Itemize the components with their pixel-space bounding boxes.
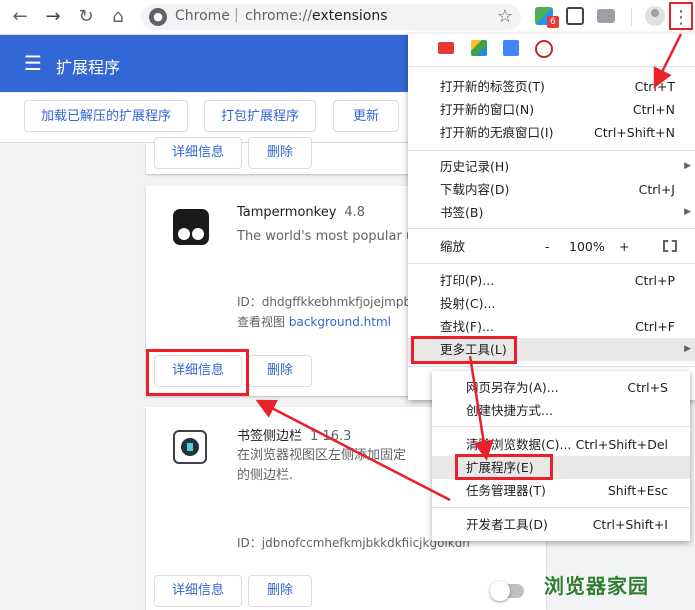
arrow-to-more-tools: [653, 33, 683, 89]
watermark: 浏览器家园: [544, 574, 649, 598]
arrow-to-details: [255, 399, 451, 502]
annotation-arrows: [255, 33, 683, 502]
arrow-to-extensions: [468, 355, 494, 461]
